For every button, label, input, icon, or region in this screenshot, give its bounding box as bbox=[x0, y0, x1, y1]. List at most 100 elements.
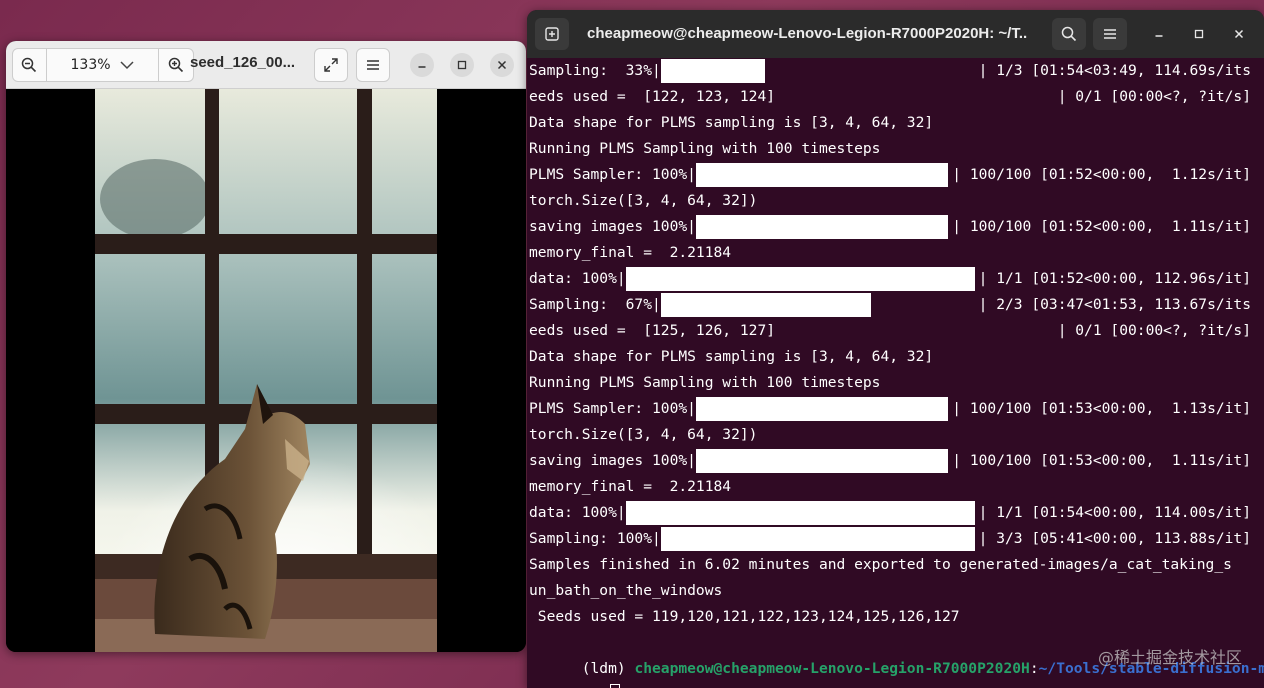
terminal-output-line: un_bath_on_the_windows bbox=[529, 578, 722, 604]
terminal-line-text: memory_final = 2.21184 bbox=[529, 244, 732, 261]
terminal-output[interactable]: Sampling: 33%| eeds used = [122, 123, 124… bbox=[529, 58, 1264, 688]
zoom-level-dropdown[interactable]: 133% bbox=[47, 49, 160, 81]
zoom-out-icon bbox=[22, 57, 37, 73]
viewer-header-bar: 133% seed_126_00... bbox=[6, 41, 526, 89]
fullscreen-icon bbox=[324, 58, 338, 72]
progress-status-text: | 0/1 [00:00<?, ?it/s] bbox=[1057, 88, 1251, 105]
terminal-line-text: Data shape for PLMS sampling is [3, 4, 6… bbox=[529, 348, 934, 365]
search-icon bbox=[1061, 26, 1077, 42]
zoom-in-icon bbox=[168, 57, 184, 73]
terminal-output-line: eeds used = [122, 123, 124] bbox=[529, 84, 775, 110]
prompt-user-host: cheapmeow@cheapmeow-Lenovo-Legion-R7000P… bbox=[634, 660, 1030, 677]
progress-status-text: | 100/100 [01:52<00:00, 1.11s/it] bbox=[952, 218, 1251, 235]
terminal-line-text: PLMS Sampler: 100%| bbox=[529, 400, 696, 417]
viewer-file-title: seed_126_00... bbox=[190, 54, 296, 71]
viewer-canvas bbox=[6, 89, 526, 652]
shell-prompt-line-continued: n$ bbox=[529, 656, 621, 688]
terminal-minimize-button[interactable] bbox=[1147, 22, 1171, 46]
terminal-output-line: Sampling: 67%| bbox=[529, 292, 661, 318]
minimize-icon bbox=[418, 66, 426, 68]
terminal-output-line: Sampling: 33%| bbox=[529, 58, 661, 84]
terminal-maximize-button[interactable] bbox=[1187, 22, 1211, 46]
progress-status-text: | 100/100 [01:52<00:00, 1.12s/it] bbox=[952, 166, 1251, 183]
terminal-line-text: saving images 100%| bbox=[529, 218, 696, 235]
zoom-out-button[interactable] bbox=[13, 49, 47, 81]
terminal-line-text: data: 100%| bbox=[529, 270, 626, 287]
terminal-output-line: torch.Size([3, 4, 64, 32]) bbox=[529, 188, 757, 214]
new-tab-icon bbox=[545, 27, 559, 41]
terminal-line-text: Running PLMS Sampling with 100 timesteps bbox=[529, 140, 881, 157]
terminal-line-text: Data shape for PLMS sampling is [3, 4, 6… bbox=[529, 114, 934, 131]
progress-bar-fill bbox=[696, 397, 949, 421]
site-watermark: @稀土掘金技术社区 bbox=[1097, 648, 1242, 667]
terminal-window: cheapmeow@cheapmeow-Lenovo-Legion-R7000P… bbox=[527, 10, 1264, 688]
terminal-output-line: Seeds used = 119,120,121,122,123,124,125… bbox=[529, 604, 960, 630]
new-tab-button[interactable] bbox=[535, 18, 569, 50]
progress-status-text: | 3/3 [05:41<00:00, 113.88s/it] bbox=[978, 530, 1251, 547]
terminal-output-line: memory_final = 2.21184 bbox=[529, 240, 731, 266]
terminal-line-text: Running PLMS Sampling with 100 timesteps bbox=[529, 374, 881, 391]
close-icon bbox=[1234, 29, 1244, 39]
terminal-header-bar: cheapmeow@cheapmeow-Lenovo-Legion-R7000P… bbox=[527, 10, 1264, 58]
terminal-line-text: un_bath_on_the_windows bbox=[529, 582, 723, 599]
terminal-output-line: memory_final = 2.21184 bbox=[529, 474, 731, 500]
progress-status-text: | 1/1 [01:52<00:00, 112.96s/it] bbox=[978, 270, 1251, 287]
progress-bar-fill bbox=[696, 163, 949, 187]
chevron-down-icon bbox=[120, 61, 134, 70]
terminal-line-text: Samples finished in 6.02 minutes and exp… bbox=[529, 556, 1232, 573]
minimize-icon bbox=[1155, 35, 1163, 37]
terminal-output-line: saving images 100%| bbox=[529, 214, 696, 240]
terminal-search-button[interactable] bbox=[1052, 18, 1086, 50]
progress-status-text: | 100/100 [01:53<00:00, 1.11s/it] bbox=[952, 452, 1251, 469]
terminal-output-line: eeds used = [125, 126, 127] bbox=[529, 318, 775, 344]
terminal-output-line: Data shape for PLMS sampling is [3, 4, 6… bbox=[529, 110, 933, 136]
progress-bar-fill bbox=[661, 59, 765, 83]
zoom-in-button[interactable] bbox=[159, 49, 193, 81]
progress-bar-fill bbox=[661, 293, 872, 317]
terminal-output-line: data: 100%| bbox=[529, 266, 626, 292]
fullscreen-button[interactable] bbox=[314, 48, 348, 82]
terminal-line-text: PLMS Sampler: 100%| bbox=[529, 166, 696, 183]
terminal-line-text: Sampling: 100%| bbox=[529, 530, 661, 547]
image-viewer-window: 133% seed_126_00... bbox=[6, 41, 526, 652]
terminal-output-line: Running PLMS Sampling with 100 timesteps bbox=[529, 136, 880, 162]
terminal-line-text: data: 100%| bbox=[529, 504, 626, 521]
viewer-close-button[interactable] bbox=[490, 53, 514, 77]
terminal-output-line: torch.Size([3, 4, 64, 32]) bbox=[529, 422, 757, 448]
terminal-line-text: torch.Size([3, 4, 64, 32]) bbox=[529, 192, 758, 209]
viewer-minimize-button[interactable] bbox=[410, 53, 434, 77]
maximize-icon bbox=[457, 60, 467, 70]
terminal-title: cheapmeow@cheapmeow-Lenovo-Legion-R7000P… bbox=[587, 25, 1027, 42]
terminal-menu-button[interactable] bbox=[1093, 18, 1127, 50]
prompt-colon: : bbox=[1029, 660, 1039, 677]
hamburger-menu-icon bbox=[1104, 29, 1116, 39]
terminal-line-text: memory_final = 2.21184 bbox=[529, 478, 732, 495]
progress-status-text: | 1/3 [01:54<03:49, 114.69s/its bbox=[978, 62, 1251, 79]
close-icon bbox=[497, 60, 507, 70]
hamburger-menu-icon bbox=[367, 60, 379, 70]
progress-status-text: | 0/1 [00:00<?, ?it/s] bbox=[1057, 322, 1251, 339]
terminal-line-text: saving images 100%| bbox=[529, 452, 696, 469]
terminal-output-line: Data shape for PLMS sampling is [3, 4, 6… bbox=[529, 344, 933, 370]
progress-bar-fill bbox=[625, 267, 975, 291]
terminal-line-text: eeds used = [122, 123, 124] bbox=[529, 88, 776, 105]
progress-bar-fill bbox=[696, 449, 949, 473]
terminal-close-button[interactable] bbox=[1227, 22, 1251, 46]
zoom-control-group: 133% bbox=[12, 48, 194, 82]
terminal-output-line: PLMS Sampler: 100%| bbox=[529, 162, 696, 188]
progress-bar-fill bbox=[661, 527, 975, 551]
progress-status-text: | 1/1 [01:54<00:00, 114.00s/it] bbox=[978, 504, 1251, 521]
terminal-output-line: saving images 100%| bbox=[529, 448, 696, 474]
viewer-menu-button[interactable] bbox=[356, 48, 390, 82]
terminal-output-line: PLMS Sampler: 100%| bbox=[529, 396, 696, 422]
viewer-maximize-button[interactable] bbox=[450, 53, 474, 77]
terminal-line-text: Seeds used = 119,120,121,122,123,124,125… bbox=[529, 608, 960, 625]
progress-bar-fill bbox=[625, 501, 975, 525]
terminal-output-line: Running PLMS Sampling with 100 timesteps bbox=[529, 370, 880, 396]
terminal-output-line: data: 100%| bbox=[529, 500, 626, 526]
terminal-line-text: torch.Size([3, 4, 64, 32]) bbox=[529, 426, 758, 443]
progress-bar-fill bbox=[696, 215, 949, 239]
terminal-output-line: Samples finished in 6.02 minutes and exp… bbox=[529, 552, 1232, 578]
maximize-icon bbox=[1194, 29, 1204, 39]
terminal-output-line: Sampling: 100%| bbox=[529, 526, 661, 552]
